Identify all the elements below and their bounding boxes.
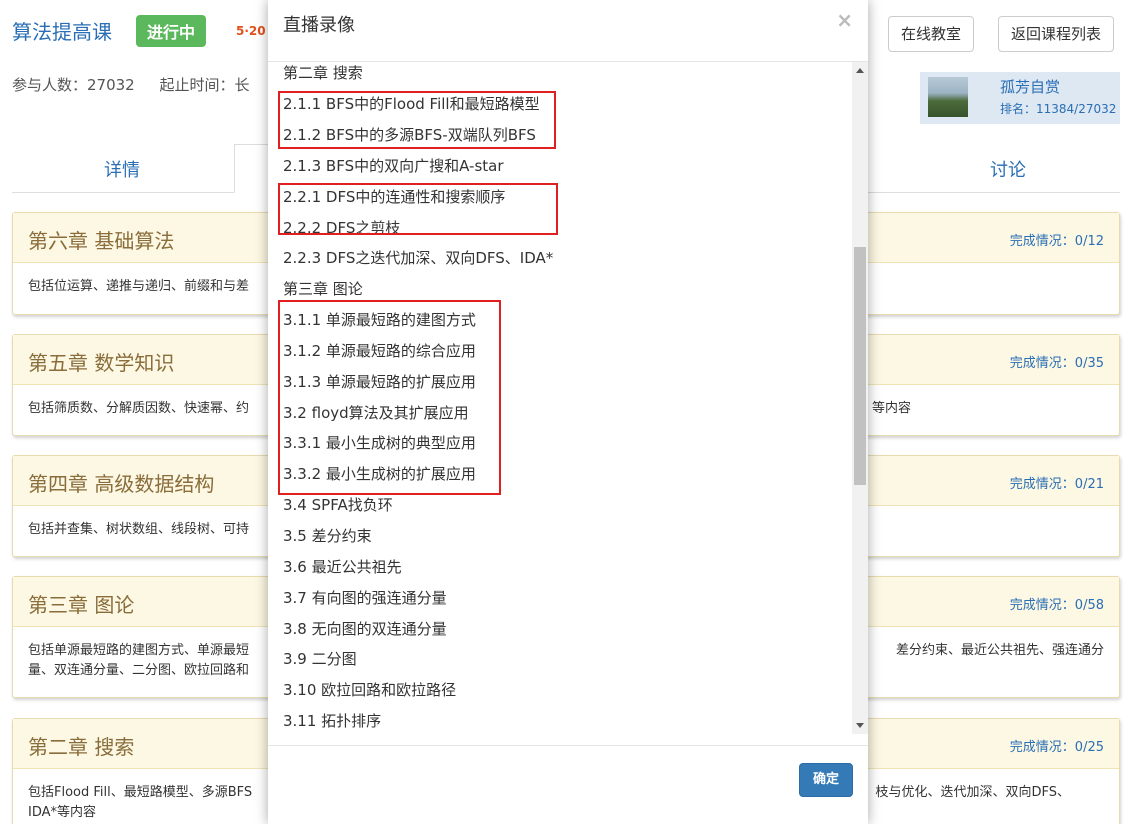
list-item[interactable]: 3.9 二分图 bbox=[283, 648, 357, 670]
participants-count: 参与人数：27032 bbox=[12, 76, 135, 94]
scroll-down-arrow-icon[interactable] bbox=[856, 723, 864, 728]
video-modal: 直播录像 × 第二章 搜索 2.1.1 BFS中的Flood Fill和最短路模… bbox=[268, 0, 868, 824]
list-scrollbar[interactable] bbox=[852, 62, 868, 734]
chapter-progress: 完成情况：0/25 bbox=[1009, 740, 1104, 755]
chapter-progress: 完成情况：0/21 bbox=[1009, 477, 1104, 492]
modal-footer: 确定 bbox=[268, 745, 868, 824]
modal-header: 直播录像 × bbox=[268, 0, 868, 62]
highlight-box bbox=[278, 91, 556, 149]
list-item[interactable]: 3.5 差分约束 bbox=[283, 525, 372, 547]
status-badge: 进行中 bbox=[136, 15, 207, 47]
list-item[interactable]: 3.6 最近公共祖先 bbox=[283, 556, 402, 578]
close-icon[interactable]: × bbox=[836, 8, 853, 32]
course-period: 起止时间：长 bbox=[159, 76, 250, 94]
user-name[interactable]: 孤芳自赏 bbox=[1000, 76, 1060, 97]
list-section-header: 第三章 图论 bbox=[283, 280, 363, 298]
back-to-course-list-button[interactable]: 返回课程列表 bbox=[998, 16, 1115, 52]
chapter-desc-text-right: 差分约束、最近公共祖先、强连通分 bbox=[895, 643, 1104, 658]
chapter-title: 第三章 图论 bbox=[28, 593, 135, 617]
user-card[interactable]: 孤芳自赏 排名：11384/27032 bbox=[920, 72, 1120, 124]
chapter-progress: 完成情况：0/12 bbox=[1009, 234, 1104, 249]
chapter-title: 第四章 高级数据结构 bbox=[28, 472, 215, 496]
tab-detail[interactable]: 详情 bbox=[104, 156, 140, 182]
list-item[interactable]: 2.1.3 BFS中的双向广搜和A-star bbox=[283, 155, 504, 177]
highlight-box bbox=[278, 300, 501, 495]
user-rank: 排名：11384/27032 bbox=[1000, 102, 1117, 116]
video-list: 第二章 搜索 2.1.1 BFS中的Flood Fill和最短路模型 2.1.2… bbox=[268, 62, 868, 734]
list-item[interactable]: 3.11 拓扑排序 bbox=[283, 710, 381, 732]
avatar[interactable] bbox=[928, 77, 968, 117]
chapter-title: 第二章 搜索 bbox=[28, 735, 135, 759]
list-item[interactable]: 3.10 欧拉回路和欧拉路径 bbox=[283, 679, 456, 701]
chapter-title: 第五章 数学知识 bbox=[28, 351, 175, 375]
scroll-up-arrow-icon[interactable] bbox=[856, 68, 864, 73]
modal-title: 直播录像 bbox=[283, 15, 355, 36]
list-section-header: 第二章 搜索 bbox=[283, 64, 363, 82]
list-item[interactable]: 3.8 无向图的双连通分量 bbox=[283, 618, 447, 640]
course-title[interactable]: 算法提高课 bbox=[12, 16, 112, 45]
list-item[interactable]: 3.4 SPFA找负环 bbox=[283, 494, 393, 516]
course-date: 5·20 bbox=[236, 24, 266, 38]
scroll-thumb[interactable] bbox=[854, 247, 866, 485]
chapter-progress: 完成情况：0/35 bbox=[1009, 356, 1104, 371]
online-classroom-button[interactable]: 在线教室 bbox=[888, 16, 975, 52]
tab-discuss[interactable]: 讨论 bbox=[990, 156, 1026, 182]
list-item[interactable]: 3.7 有向图的强连通分量 bbox=[283, 587, 447, 609]
list-item[interactable]: 2.2.3 DFS之迭代加深、双向DFS、IDA* bbox=[283, 247, 553, 269]
chapter-title: 第六章 基础算法 bbox=[28, 229, 175, 253]
confirm-button[interactable]: 确定 bbox=[799, 763, 853, 797]
course-meta: 参与人数：27032 起止时间：长 bbox=[12, 74, 270, 95]
chapter-desc-text-right: 枝与优化、迭代加深、双向DFS、 bbox=[875, 785, 1070, 800]
chapter-progress: 完成情况：0/58 bbox=[1009, 598, 1104, 613]
chapter-desc-text-right: 等内容 bbox=[871, 401, 911, 416]
highlight-box bbox=[278, 183, 558, 235]
